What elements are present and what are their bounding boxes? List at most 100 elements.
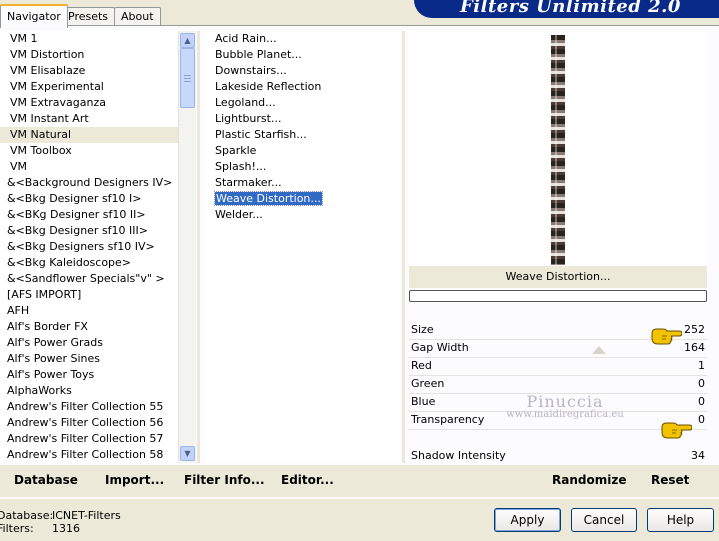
category-item[interactable]: VM Distortion [0,47,178,63]
filter-item-label: Welder... [215,208,263,221]
randomize-button[interactable]: Randomize [552,472,626,488]
preview-caption: Weave Distortion... [409,266,707,288]
apply-button[interactable]: Apply [494,508,561,532]
param-value: 252 [684,323,705,336]
category-item[interactable]: &<Sandflower Specials"v" > [0,271,178,287]
filter-item[interactable]: Weave Distortion... [205,191,400,207]
filter-item[interactable]: Acid Rain... [205,31,400,47]
category-item[interactable]: AFH [0,303,178,319]
category-item[interactable]: AlphaWorks [0,383,178,399]
param-label: Transparency [411,413,485,426]
filter-item-label: Plastic Starfish... [215,128,307,141]
category-item[interactable]: VM Experimental [0,79,178,95]
filter-item-label: Sparkle [215,144,257,157]
category-item[interactable]: Andrew's Filter Collection 57 [0,431,178,447]
param-value: 0 [698,395,705,408]
filters-count-label: Filters: [0,522,34,535]
filter-item-label: Splash!... [215,160,267,173]
category-item[interactable]: &<Bkg Kaleidoscope> [0,255,178,271]
param-value: 0 [698,377,705,390]
category-item[interactable]: VM 1 [0,31,178,47]
param-label: Red [411,359,432,372]
category-item[interactable]: VM Natural [0,127,178,143]
category-item[interactable]: &<BKg Designer sf10 II> [0,207,178,223]
category-item[interactable]: [AFS IMPORT] [0,287,178,303]
database-value: ICNET-Filters [52,509,121,522]
filter-item-label: Lakeside Reflection [215,80,322,93]
preview-image [551,35,565,265]
category-item[interactable]: &<Bkg Designer sf10 I> [0,191,178,207]
category-item[interactable]: VM Elisablaze [0,63,178,79]
pointing-hand-icon [651,328,682,345]
category-item[interactable]: Alf's Power Toys [0,367,178,383]
category-item[interactable]: Andrew's Filter Collection 55 [0,399,178,415]
param-label: Shadow Intensity [411,449,506,462]
pointing-hand-icon [661,422,692,439]
filter-item[interactable]: Lakeside Reflection [205,79,400,95]
param-red[interactable]: Red 1 [409,357,707,376]
param-label: Gap Width [411,341,469,354]
filter-item-label: Downstairs... [215,64,287,77]
param-value: 164 [684,341,705,354]
slider-marker-icon [592,346,606,354]
param-shadow-intensity[interactable]: Shadow Intensity 34 [409,447,707,465]
scroll-thumb[interactable] [180,48,195,108]
category-item[interactable]: &<Background Designers IV> [0,175,178,191]
filter-item-label: Acid Rain... [215,32,277,45]
list-divider [197,31,200,463]
import-button[interactable]: Import... [105,472,164,488]
filter-list[interactable]: Acid Rain... Bubble Planet... Downstairs..… [205,31,400,463]
filter-item[interactable]: Plastic Starfish... [205,127,400,143]
filter-item[interactable]: Starmaker... [205,175,400,191]
window-title: Filters Unlimited 2.0 [460,0,681,17]
category-list[interactable]: VM 1 VM Distortion VM Elisablaze VM Experim… [0,31,178,463]
tab-about[interactable]: About [114,7,161,26]
filter-item-label: Legoland... [215,96,276,109]
category-item[interactable]: &<Bkg Designers sf10 IV> [0,239,178,255]
filters-count-value: 1316 [52,522,80,535]
category-item[interactable]: Andrew's Filter Collection 56 [0,415,178,431]
scroll-down-button[interactable]: ▼ [180,446,195,461]
list-divider [402,31,405,463]
progress-bar [409,290,707,302]
reset-button[interactable]: Reset [651,472,689,488]
filter-item[interactable]: Welder... [205,207,400,223]
cancel-button[interactable]: Cancel [571,508,637,532]
category-scrollbar[interactable]: ▲ ▼ [178,31,196,463]
filter-item-label: Starmaker... [215,176,282,189]
scroll-up-button[interactable]: ▲ [180,33,195,48]
watermark-url: www.maidiregrafica.eu [506,409,624,420]
category-item[interactable]: Alf's Border FX [0,319,178,335]
filter-item[interactable]: Bubble Planet... [205,47,400,63]
category-item[interactable]: Alf's Power Grads [0,335,178,351]
category-item[interactable]: Alf's Power Sines [0,351,178,367]
category-item[interactable]: VM Instant Art [0,111,178,127]
database-label: Database: [0,509,54,522]
tab-navigator[interactable]: Navigator [0,4,68,28]
param-label: Size [411,323,434,336]
category-item[interactable]: &<Bkg Designer sf10 III> [0,223,178,239]
watermark: Pinuccia www.maidiregrafica.eu [500,392,630,420]
category-item[interactable]: VM [0,159,178,175]
category-item[interactable]: VM Toolbox [0,143,178,159]
param-value: 1 [698,359,705,372]
param-label: Blue [411,395,436,408]
param-label: Green [411,377,445,390]
editor-button[interactable]: Editor... [281,472,334,488]
param-value: 34 [691,449,705,462]
help-button[interactable]: Help [647,508,714,532]
filter-item-label: Lightburst... [215,112,282,125]
database-button[interactable]: Database [14,472,78,488]
preview-pane[interactable] [409,31,707,265]
category-item[interactable]: Andrew's Filter Collection 58 [0,447,178,463]
filter-item[interactable]: Legoland... [205,95,400,111]
category-item[interactable]: VM Extravaganza [0,95,178,111]
tab-presets[interactable]: Presets [61,7,116,26]
filter-item-label: Bubble Planet... [215,48,302,61]
filter-item[interactable]: Lightburst... [205,111,400,127]
filter-item[interactable]: Downstairs... [205,63,400,79]
filter-info-button[interactable]: Filter Info... [184,472,265,488]
filter-item[interactable]: Sparkle [205,143,400,159]
filter-item-label: Weave Distortion... [214,191,323,206]
filter-item[interactable]: Splash!... [205,159,400,175]
